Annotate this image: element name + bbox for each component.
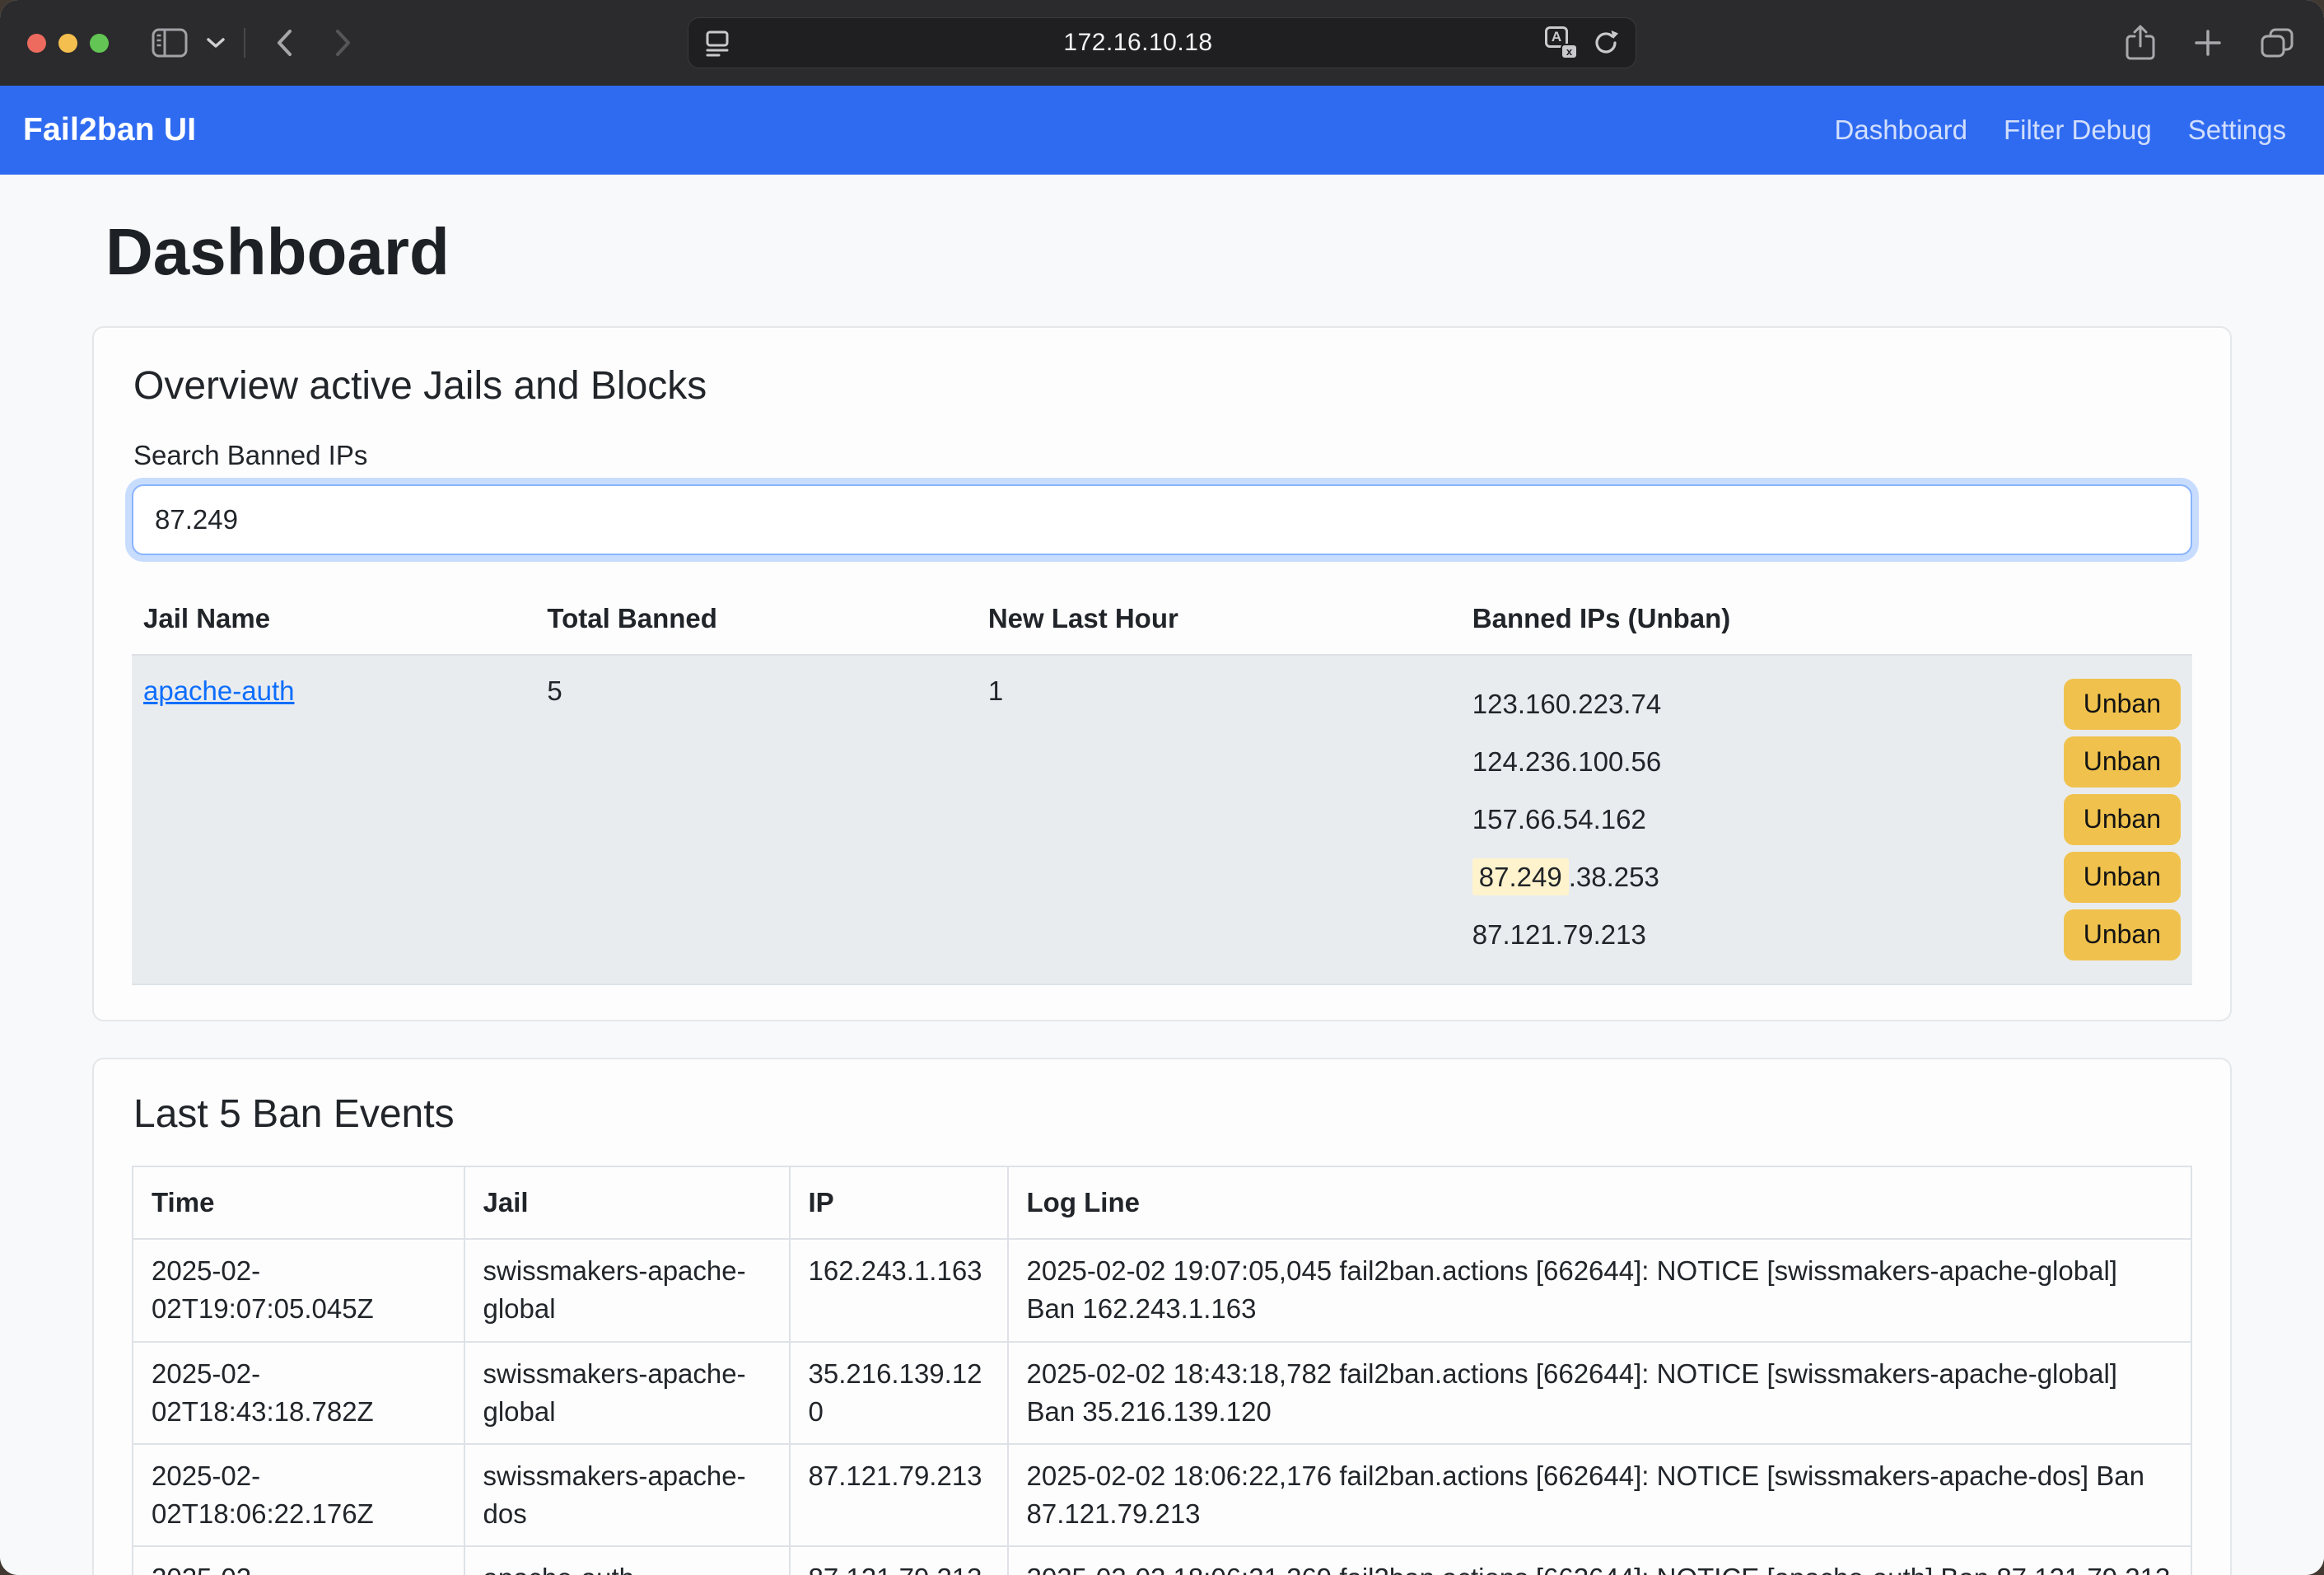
sidebar-toggle-button[interactable] <box>152 28 188 58</box>
jail-name-link[interactable]: apache-auth <box>143 675 294 706</box>
event-jail: swissmakers-apache-dos <box>464 1444 790 1546</box>
banned-ip: 123.160.223.74 <box>1472 689 1661 720</box>
search-banned-ips-input[interactable] <box>132 484 2192 555</box>
minimize-window-button[interactable] <box>58 34 77 53</box>
banned-ip: 124.236.100.56 <box>1472 746 1661 778</box>
event-ip: 87.121.79.213 <box>790 1546 1008 1575</box>
event-ip: 87.121.79.213 <box>790 1444 1008 1546</box>
overview-card-title: Overview active Jails and Blocks <box>133 362 2192 410</box>
banned-ip-row: 124.236.100.56 Unban <box>1472 733 2181 791</box>
banned-ip-row: 123.160.223.74 Unban <box>1472 675 2181 733</box>
tab-overview-icon <box>2260 27 2294 58</box>
col-header-total-banned: Total Banned <box>535 583 976 655</box>
events-card: Last 5 Ban Events Time Jail IP Log Line … <box>92 1058 2232 1575</box>
event-time: 2025-02-02T18:06:21.269Z <box>133 1546 464 1575</box>
events-table-header-row: Time Jail IP Log Line <box>133 1166 2191 1239</box>
event-ip: 35.216.139.120 <box>790 1342 1008 1444</box>
nav-link-dashboard[interactable]: Dashboard <box>1835 115 1967 146</box>
toolbar-divider <box>244 28 245 58</box>
banned-ips-cell: 123.160.223.74 Unban 124.236.100.56 Unba… <box>1461 655 2192 984</box>
page-title: Dashboard <box>105 214 2232 290</box>
back-button[interactable] <box>275 28 293 58</box>
translate-icon[interactable]: A x <box>1545 26 1578 59</box>
reload-icon[interactable] <box>1591 28 1621 58</box>
new-last-hour-value: 1 <box>977 655 1461 984</box>
col-header-time: Time <box>133 1166 464 1239</box>
brand[interactable]: Fail2ban UI <box>23 112 196 148</box>
event-jail: swissmakers-apache-global <box>464 1342 790 1444</box>
event-jail: apache-auth <box>464 1546 790 1575</box>
close-window-button[interactable] <box>27 34 46 53</box>
unban-button[interactable]: Unban <box>2064 909 2181 960</box>
new-tab-button[interactable] <box>2194 29 2222 57</box>
banned-ip-row: 87.121.79.213 Unban <box>1472 906 2181 964</box>
event-jail: swissmakers-apache-global <box>464 1239 790 1341</box>
col-header-jail-name: Jail Name <box>132 583 535 655</box>
nav-links: Dashboard Filter Debug Settings <box>1835 115 2286 146</box>
unban-button[interactable]: Unban <box>2064 794 2181 845</box>
back-chevron-icon <box>275 28 293 58</box>
search-match-highlight: 87.249 <box>1472 858 1569 895</box>
search-banned-ips-label: Search Banned IPs <box>133 440 2192 471</box>
col-header-log-line: Log Line <box>1008 1166 2192 1239</box>
toolbar-left <box>152 28 352 58</box>
total-banned-value: 5 <box>535 655 976 984</box>
unban-button[interactable]: Unban <box>2064 852 2181 903</box>
plus-icon <box>2194 29 2222 57</box>
address-bar[interactable]: 172.16.10.18 A x <box>688 17 1636 68</box>
ban-event-row: 2025-02-02T18:43:18.782Z swissmakers-apa… <box>133 1342 2191 1444</box>
ban-event-row: 2025-02-02T18:06:22.176Z swissmakers-apa… <box>133 1444 2191 1546</box>
tab-overview-button[interactable] <box>2260 27 2294 58</box>
col-header-ip: IP <box>790 1166 1008 1239</box>
banned-ip: 87.249.38.253 <box>1472 862 1659 893</box>
event-log-line: 2025-02-02 18:43:18,782 fail2ban.actions… <box>1008 1342 2192 1444</box>
banned-ip-row: 157.66.54.162 Unban <box>1472 791 2181 848</box>
page-content: Dashboard Overview active Jails and Bloc… <box>0 175 2324 1575</box>
browser-chrome: 172.16.10.18 A x <box>0 0 2324 86</box>
jail-row: apache-auth 5 1 123.160.223.74 Unban 124… <box>132 655 2192 984</box>
share-button[interactable] <box>2125 24 2156 62</box>
browser-window: 172.16.10.18 A x <box>0 0 2324 1575</box>
banned-ip-row: 87.249.38.253 Unban <box>1472 848 2181 906</box>
share-icon <box>2125 24 2156 62</box>
event-time: 2025-02-02T18:43:18.782Z <box>133 1342 464 1444</box>
chevron-down-icon <box>206 37 226 49</box>
events-table: Time Jail IP Log Line 2025-02-02T19:07:0… <box>132 1166 2192 1575</box>
col-header-new-last-hour: New Last Hour <box>977 583 1461 655</box>
ban-event-row: 2025-02-02T18:06:21.269Z apache-auth 87.… <box>133 1546 2191 1575</box>
nav-link-settings[interactable]: Settings <box>2188 115 2286 146</box>
banned-ip: 157.66.54.162 <box>1472 804 1646 835</box>
forward-chevron-icon <box>334 28 352 58</box>
banned-ip: 87.121.79.213 <box>1472 919 1646 951</box>
forward-button[interactable] <box>334 28 352 58</box>
event-log-line: 2025-02-02 18:06:22,176 fail2ban.actions… <box>1008 1444 2192 1546</box>
col-header-jail: Jail <box>464 1166 790 1239</box>
nav-link-filter-debug[interactable]: Filter Debug <box>2004 115 2152 146</box>
app-navbar: Fail2ban UI Dashboard Filter Debug Setti… <box>0 86 2324 175</box>
unban-button[interactable]: Unban <box>2064 679 2181 730</box>
traffic-lights <box>27 34 109 53</box>
zoom-window-button[interactable] <box>90 34 109 53</box>
event-log-line: 2025-02-02 19:07:05,045 fail2ban.actions… <box>1008 1239 2192 1341</box>
unban-button[interactable]: Unban <box>2064 736 2181 788</box>
jails-table: Jail Name Total Banned New Last Hour Ban… <box>132 583 2192 985</box>
jails-table-header-row: Jail Name Total Banned New Last Hour Ban… <box>132 583 2192 655</box>
page-settings-icon[interactable] <box>703 29 731 57</box>
event-time: 2025-02-02T19:07:05.045Z <box>133 1239 464 1341</box>
url-text[interactable]: 172.16.10.18 <box>731 29 1545 57</box>
sidebar-menu-chevron-button[interactable] <box>206 37 226 49</box>
overview-card: Overview active Jails and Blocks Search … <box>92 326 2232 1021</box>
sidebar-icon <box>152 28 188 58</box>
event-ip: 162.243.1.163 <box>790 1239 1008 1341</box>
event-log-line: 2025-02-02 18:06:21,269 fail2ban.actions… <box>1008 1546 2192 1575</box>
event-time: 2025-02-02T18:06:22.176Z <box>133 1444 464 1546</box>
toolbar-right <box>2125 0 2294 86</box>
col-header-banned-ips: Banned IPs (Unban) <box>1461 583 2192 655</box>
ban-event-row: 2025-02-02T19:07:05.045Z swissmakers-apa… <box>133 1239 2191 1341</box>
events-card-title: Last 5 Ban Events <box>133 1091 2192 1138</box>
